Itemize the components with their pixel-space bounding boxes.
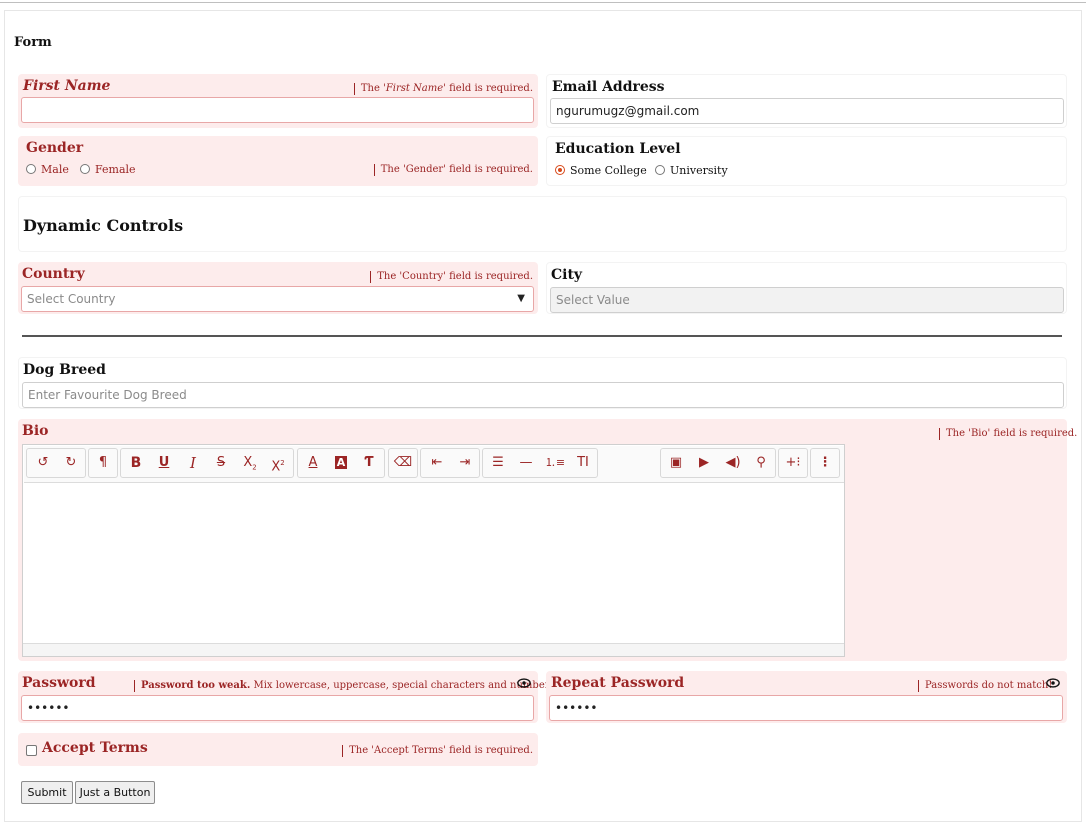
bio-error: The 'Bio' field is required. (939, 428, 1077, 440)
top-divider (0, 2, 1086, 3)
show-password-eye-icon[interactable] (517, 676, 531, 690)
section-divider (22, 335, 1062, 337)
toolbar-group-insert: +⁝ (778, 448, 808, 478)
education-option-label: Some College (570, 164, 647, 177)
dynamic-controls-section: Dynamic Controls (18, 196, 1067, 252)
education-option-label: University (670, 164, 728, 177)
country-select[interactable]: Select Country ▼ (21, 286, 534, 312)
toolbar-group-text-style: B U I S X2 X2 (120, 448, 294, 478)
radio-selected-icon[interactable] (555, 165, 565, 175)
toolbar-group-paragraph: ¶ (88, 448, 118, 478)
underline-icon[interactable]: U (150, 449, 178, 477)
education-option-university[interactable]: University (655, 164, 728, 177)
gender-option-label: Female (95, 163, 136, 176)
toolbar-group-history: ↺ ↻ (26, 448, 86, 478)
city-placeholder: Select Value (556, 293, 630, 307)
bold-icon[interactable]: B (122, 449, 150, 477)
radio-icon[interactable] (80, 164, 90, 174)
toolbar-group-indent: ⇤ ⇥ (420, 448, 480, 478)
accept-terms-checkbox[interactable] (26, 745, 37, 756)
redo-icon[interactable]: ↻ (57, 449, 85, 477)
text-size-icon[interactable]: TI (569, 449, 597, 477)
editor-toolbar: ↺ ↻ ¶ B U I S X2 X2 A A Ƭ ⌫ ⇤ ⇥ ☰ — ⒈≡ T… (24, 446, 844, 483)
editor-status-bar (23, 643, 844, 656)
first-name-error: The 'First Name' field is required. (353, 83, 533, 95)
just-a-button[interactable]: Just a Button (75, 781, 155, 804)
city-group: City Select Value (546, 262, 1067, 314)
country-group: Country The 'Country' field is required.… (18, 262, 538, 314)
insert-more-icon[interactable]: +⁝ (779, 449, 807, 477)
clear-format-icon[interactable]: Ƭ (355, 449, 383, 477)
email-input[interactable]: ngurumugz@gmail.com (550, 98, 1064, 124)
email-label: Email Address (552, 79, 665, 95)
repeat-password-label: Repeat Password (551, 675, 685, 691)
ordered-list-icon[interactable]: ⒈≡ (541, 449, 569, 477)
link-icon[interactable]: ⚲ (747, 449, 775, 477)
gender-label: Gender (26, 140, 84, 156)
password-label: Password (22, 675, 96, 691)
city-label: City (551, 267, 583, 283)
toolbar-group-media: ▣ ▶ ◀) ⚲ (660, 448, 776, 478)
radio-icon[interactable] (26, 164, 36, 174)
repeat-password-group: Repeat Password Passwords do not match! … (546, 671, 1067, 723)
accept-terms-error: The 'Accept Terms' field is required. (342, 745, 533, 757)
accept-terms-label[interactable]: Accept Terms (42, 740, 148, 756)
gender-option-label: Male (41, 163, 69, 176)
gender-option-female[interactable]: Female (80, 163, 136, 176)
city-select[interactable]: Select Value (550, 287, 1064, 313)
country-error: The 'Country' field is required. (370, 271, 533, 283)
font-color-icon[interactable]: A (299, 449, 327, 477)
country-placeholder: Select Country (27, 292, 116, 306)
undo-icon[interactable]: ↺ (29, 449, 57, 477)
bio-label: Bio (22, 423, 49, 439)
education-option-some-college[interactable]: Some College (555, 164, 647, 177)
align-icon[interactable]: ☰ (484, 449, 512, 477)
radio-icon[interactable] (655, 165, 665, 175)
video-icon[interactable]: ▶ (690, 449, 718, 477)
highlight-icon[interactable]: A (327, 449, 355, 477)
accept-terms-group: Accept Terms The 'Accept Terms' field is… (18, 733, 538, 766)
country-label: Country (22, 266, 85, 282)
gender-group: Gender Male Female The 'Gender' field is… (18, 136, 538, 186)
gender-error: The 'Gender' field is required. (373, 164, 533, 176)
horizontal-rule-icon[interactable]: — (512, 449, 540, 477)
toolbar-group-paragraph-format: ☰ — ⒈≡ TI (482, 448, 598, 478)
first-name-group: First Name The 'First Name' field is req… (18, 74, 538, 128)
show-repeat-password-eye-icon[interactable] (1046, 676, 1060, 690)
strikethrough-icon[interactable]: S (207, 449, 235, 477)
chevron-down-icon[interactable]: ▼ (517, 287, 525, 311)
toolbar-group-more: ⋮ (810, 448, 840, 478)
education-label: Education Level (555, 141, 681, 157)
password-error: Password too weak. Mix lowercase, upperc… (134, 680, 555, 692)
email-group: Email Address ngurumugz@gmail.com (546, 74, 1067, 128)
repeat-password-input[interactable]: •••••• (549, 695, 1063, 721)
toolbar-group-color: A A Ƭ (297, 448, 385, 478)
image-icon[interactable]: ▣ (662, 449, 690, 477)
form-title: Form (14, 35, 52, 50)
repeat-password-error: Passwords do not match! (918, 680, 1052, 692)
dog-breed-placeholder: Enter Favourite Dog Breed (28, 388, 187, 402)
paragraph-icon[interactable]: ¶ (89, 449, 117, 477)
italic-icon[interactable]: I (179, 449, 207, 477)
first-name-input[interactable] (21, 97, 534, 123)
education-group: Education Level Some College University (546, 136, 1067, 186)
audio-icon[interactable]: ◀) (719, 449, 747, 477)
password-input[interactable]: •••••• (21, 695, 534, 721)
first-name-label: First Name (23, 78, 111, 94)
toolbar-group-eraser: ⌫ (388, 448, 418, 478)
outdent-icon[interactable]: ⇤ (423, 449, 451, 477)
gender-option-male[interactable]: Male (26, 163, 69, 176)
password-group: Password Password too weak. Mix lowercas… (18, 671, 555, 723)
dynamic-controls-title: Dynamic Controls (23, 216, 184, 235)
eraser-icon[interactable]: ⌫ (389, 449, 417, 477)
indent-icon[interactable]: ⇥ (451, 449, 479, 477)
superscript-icon[interactable]: X2 (264, 449, 292, 477)
more-options-icon[interactable]: ⋮ (811, 449, 839, 477)
dog-breed-input[interactable]: Enter Favourite Dog Breed (22, 382, 1064, 408)
subscript-icon[interactable]: X2 (236, 449, 264, 477)
submit-button[interactable]: Submit (21, 781, 73, 804)
dog-breed-label: Dog Breed (23, 362, 106, 378)
dog-breed-group: Dog Breed Enter Favourite Dog Breed (18, 357, 1067, 409)
